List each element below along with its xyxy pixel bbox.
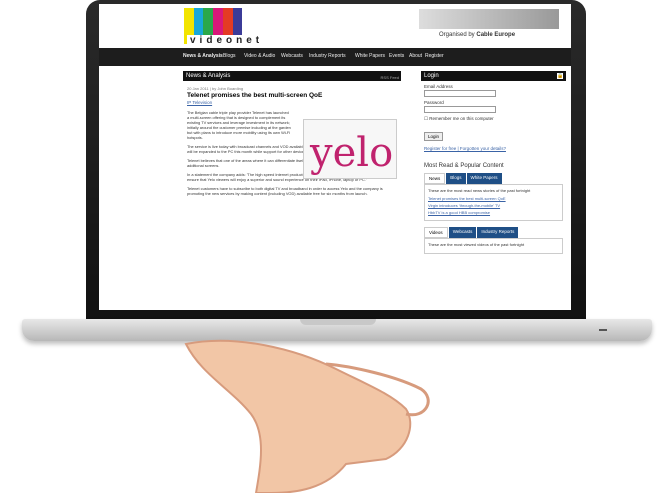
nav-blogs[interactable]: Blogs bbox=[223, 53, 236, 59]
article-tag[interactable]: IP Television bbox=[187, 100, 397, 105]
rss-link[interactable]: RSS Feed bbox=[381, 73, 399, 83]
login-button[interactable]: Login bbox=[424, 132, 444, 141]
laptop-frame: videonet Organised by Cable Europe News … bbox=[86, 0, 586, 322]
lock-icon: 🔒 bbox=[557, 73, 564, 79]
most-read-title: Most Read & Popular Content bbox=[424, 163, 504, 169]
screen: videonet Organised by Cable Europe News … bbox=[99, 4, 571, 310]
article-title[interactable]: Telenet promises the best multi-screen Q… bbox=[187, 92, 397, 99]
banner-text: Organised by Cable Europe bbox=[439, 32, 516, 38]
article-panel: News & Analysis RSS Feed 20 Jan 2011 | by… bbox=[183, 71, 401, 310]
base-light bbox=[599, 329, 607, 331]
popular-box: These are the most viewed videos of the … bbox=[424, 238, 563, 254]
most-read-desc: These are the most read news stories of … bbox=[428, 188, 531, 193]
password-label: Password bbox=[424, 100, 444, 105]
popular-desc: These are the most viewed videos of the … bbox=[428, 242, 525, 247]
list-item[interactable]: Telenet promises the best multi-screen Q… bbox=[428, 196, 559, 201]
nav-events[interactable]: Events bbox=[389, 53, 404, 59]
popular-tabs: Videos Webcasts Industry Reports bbox=[424, 227, 563, 238]
email-field[interactable] bbox=[424, 90, 496, 97]
list-item[interactable]: HbbTV is a good HBB compromise bbox=[428, 210, 559, 215]
nav-video[interactable]: Video & Audio bbox=[244, 53, 275, 59]
tab-webcasts[interactable]: Webcasts bbox=[448, 227, 477, 238]
sidebar: Login 🔒 Email Address Password ☐ Remember… bbox=[421, 71, 566, 310]
nav-about[interactable]: About bbox=[409, 53, 422, 59]
article-image: yelo bbox=[303, 119, 397, 179]
article-paragraph: Telenet customers have to subscribe to b… bbox=[187, 186, 383, 196]
password-field[interactable] bbox=[424, 106, 496, 113]
login-title: Login 🔒 bbox=[421, 71, 566, 81]
register-links[interactable]: Register for free | Forgotten your detai… bbox=[424, 146, 563, 151]
tab-news[interactable]: News bbox=[424, 173, 446, 184]
nav-reports[interactable]: Industry Reports bbox=[309, 53, 346, 59]
tab-videos[interactable]: Videos bbox=[424, 227, 448, 238]
tab-blogs[interactable]: Blogs bbox=[446, 173, 466, 184]
most-read-tabs: News Blogs White Papers bbox=[424, 173, 563, 184]
nav-whitepapers[interactable]: White Papers bbox=[355, 53, 385, 59]
remember-checkbox[interactable]: ☐ Remember me on this computer bbox=[424, 116, 563, 122]
tab-whitepapers[interactable]: White Papers bbox=[466, 173, 502, 184]
email-label: Email Address bbox=[424, 84, 453, 89]
section-title: News & Analysis RSS Feed bbox=[183, 71, 401, 81]
site-header: videonet Organised by Cable Europe bbox=[99, 4, 571, 48]
banner[interactable] bbox=[419, 9, 559, 29]
nav-webcasts[interactable]: Webcasts bbox=[281, 53, 303, 59]
most-read-box: These are the most read news stories of … bbox=[424, 184, 563, 221]
article-paragraph: The Belgian cable triple play provider T… bbox=[187, 110, 291, 140]
main-nav: News & Analysis Blogs Video & Audio Webc… bbox=[99, 48, 571, 106]
logo-text: videonet bbox=[187, 35, 267, 46]
tab-industry-reports[interactable]: Industry Reports bbox=[477, 227, 519, 238]
nav-register[interactable]: Register bbox=[425, 53, 444, 59]
article-meta: 20 Jan 2011 | by John Boarding bbox=[187, 86, 244, 91]
hand-image bbox=[184, 339, 430, 493]
nav-news[interactable]: News & Analysis bbox=[183, 53, 223, 59]
image-word: yelo bbox=[310, 130, 394, 176]
base-notch bbox=[300, 319, 376, 325]
list-item[interactable]: Virgin introduces 'through-the-mobile' T… bbox=[428, 203, 559, 208]
